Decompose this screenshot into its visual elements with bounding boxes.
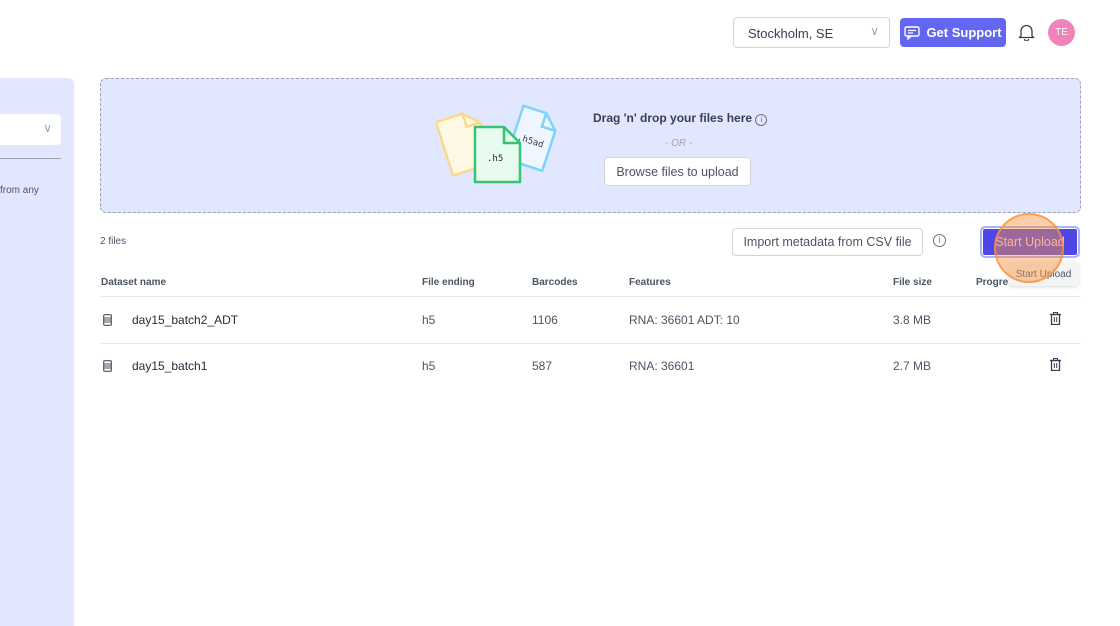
bell-icon[interactable]: [1018, 23, 1035, 41]
svg-text:.h5: .h5: [487, 154, 503, 164]
barcodes: 587: [532, 359, 553, 373]
info-icon[interactable]: i: [933, 234, 946, 247]
dataset-name: day15_batch2_ADT: [132, 313, 239, 327]
dataset-name: day15_batch1: [132, 359, 208, 373]
location-value: Stockholm, SE: [748, 26, 834, 41]
file-dropzone[interactable]: [100, 78, 1081, 213]
divider: [100, 343, 1081, 344]
file-size: 2.7 MB: [893, 359, 932, 373]
column-header: Features: [629, 277, 671, 288]
browse-files-button[interactable]: Browse files to upload: [604, 157, 751, 186]
dataset-icon: [103, 314, 112, 326]
or-separator: - OR -: [665, 138, 693, 149]
chevron-down-icon: ∨: [43, 121, 52, 135]
left-panel-text: from any: [0, 185, 39, 196]
file-ending: h5: [422, 359, 436, 373]
divider: [100, 296, 1081, 297]
column-header: Barcodes: [532, 277, 578, 288]
features: RNA: 36601: [629, 359, 695, 373]
file-size: 3.8 MB: [893, 313, 932, 327]
avatar[interactable]: TE: [1048, 19, 1075, 46]
column-header: Dataset name: [101, 277, 167, 288]
trash-icon[interactable]: [1050, 358, 1061, 371]
column-header: File size: [893, 277, 932, 288]
files-illustration-icon: .h5ad .h5: [436, 104, 557, 184]
file-ending: h5: [422, 313, 436, 327]
location-select[interactable]: Stockholm, SE ∨: [733, 17, 890, 48]
divider: [0, 158, 61, 159]
column-header: File ending: [422, 277, 475, 288]
chevron-down-icon: ∨: [870, 24, 879, 38]
dataset-icon: [103, 360, 112, 372]
support-label: Get Support: [926, 25, 1002, 40]
barcodes: 1106: [532, 313, 558, 327]
features: RNA: 36601 ADT: 10: [629, 313, 740, 327]
cursor-highlight: [994, 213, 1064, 283]
left-panel: [0, 78, 74, 626]
left-panel-select[interactable]: ∨: [0, 114, 61, 145]
column-header: Progre: [976, 277, 1009, 288]
chat-icon: [904, 25, 921, 40]
import-csv-button[interactable]: Import metadata from CSV file: [732, 228, 923, 256]
trash-icon[interactable]: [1050, 312, 1061, 325]
info-icon[interactable]: i: [755, 114, 768, 126]
get-support-button[interactable]: Get Support: [900, 18, 1006, 47]
dropzone-title: Drag 'n' drop your files here i: [593, 111, 768, 126]
file-count: 2 files: [100, 236, 127, 247]
